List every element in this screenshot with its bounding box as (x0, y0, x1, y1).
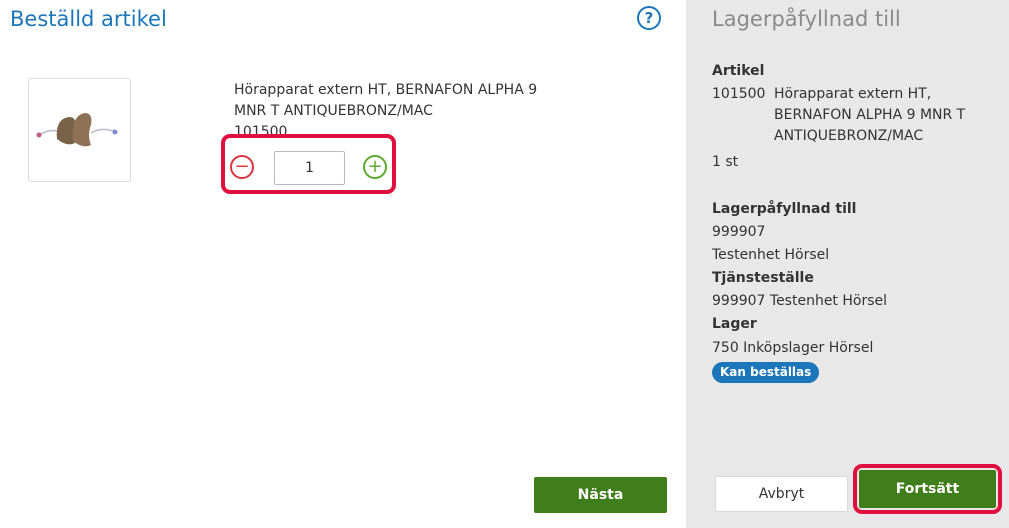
next-button[interactable]: Nästa (534, 477, 667, 513)
article-heading: Artikel (712, 63, 765, 79)
product-image (28, 78, 131, 182)
stock-heading: Lager (712, 316, 757, 332)
summary-title: Lagerpåfyllnad till (712, 7, 901, 31)
restock-heading: Lagerpåfyllnad till (712, 201, 857, 217)
restock-id: 999907 (712, 224, 766, 240)
summary-panel: Lagerpåfyllnad till Artikel 101500 Hörap… (686, 0, 1009, 528)
item-name: Hörapparat extern HT, BERNAFON ALPHA 9 M… (234, 82, 538, 119)
continue-button[interactable]: Fortsätt (859, 470, 996, 508)
help-icon[interactable]: ? (637, 6, 661, 30)
article-number: 101500 (712, 86, 766, 102)
stock-value: 750 Inköpslager Hörsel (712, 340, 874, 356)
ordered-article-panel: Beställd artikel ? Hörapparat extern HT,… (0, 0, 686, 528)
cancel-button[interactable]: Avbryt (715, 476, 848, 512)
status-badge: Kan beställas (712, 362, 820, 383)
restock-name: Testenhet Hörsel (712, 247, 830, 263)
article-description: Hörapparat extern HT, BERNAFON ALPHA 9 M… (774, 86, 966, 144)
plus-icon[interactable]: + (363, 155, 387, 179)
service-heading: Tjänsteställe (712, 270, 814, 286)
service-value: 999907 Testenhet Hörsel (712, 293, 888, 309)
hearing-aid-icon (36, 113, 118, 147)
minus-icon[interactable]: − (230, 155, 254, 179)
article-quantity: 1 st (712, 154, 739, 170)
quantity-input[interactable] (274, 151, 345, 185)
page-title: Beställd artikel (10, 7, 167, 31)
